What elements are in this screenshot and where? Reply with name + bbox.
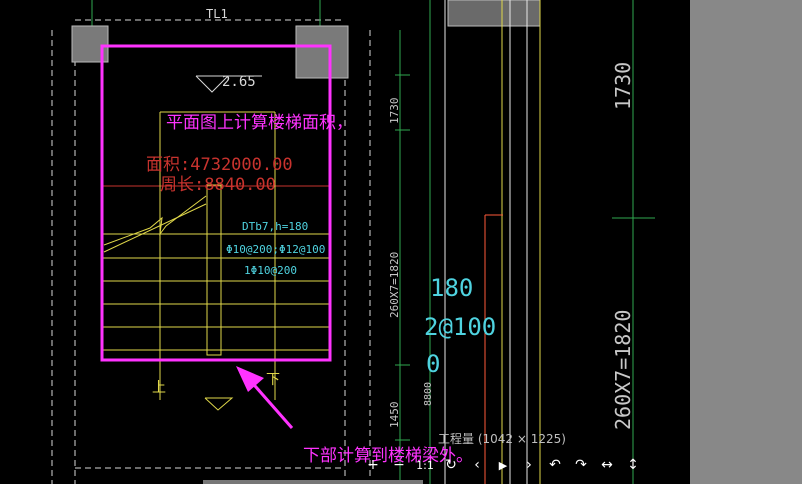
down-label: 下 (266, 372, 280, 388)
up-label: 上 (152, 380, 166, 396)
dim-right-bottom-label: 260X7=1820 (611, 310, 635, 430)
top-annotation: 平面图上计算楼梯面积， (166, 113, 353, 133)
big-rebar-label: 2@100 (424, 313, 496, 341)
dim-top-label: 1730 (388, 98, 401, 125)
perimeter-text: 周长:8840.00 (160, 175, 276, 195)
previous-icon[interactable]: ‹ (464, 455, 490, 475)
rebar-label-2: 1Φ10@200 (244, 264, 297, 277)
dim-right-top-label: 1730 (611, 62, 635, 110)
stair-label: DTb7,h=180 (242, 220, 308, 233)
elevation-label: 2.65 (222, 74, 256, 90)
beam-label: TL1 (206, 7, 228, 21)
play-icon[interactable]: ▶ (490, 455, 516, 475)
dim-mid-label: 260X7=1820 (388, 252, 401, 318)
highlight-box (100, 44, 332, 362)
cad-drawing-canvas[interactable]: 2.65 TL1 面积:4732000.00 周长:8840.00 DTb7,h… (0, 0, 690, 484)
big-zero-label: 0 (426, 350, 440, 378)
zoom-out-icon[interactable]: − (386, 455, 412, 475)
horizontal-scrollbar[interactable] (203, 480, 423, 484)
rebar-label-1: Φ10@200;Φ12@100 (226, 243, 325, 256)
image-caption: 工程量 (1042 × 1225) (438, 432, 566, 446)
area-text: 面积:4732000.00 (146, 155, 293, 175)
rotate-right-icon[interactable]: ↷ (568, 455, 594, 475)
rotate-left-icon[interactable]: ↶ (542, 455, 568, 475)
flip-vertical-icon[interactable]: ↕ (620, 455, 646, 475)
flip-horizontal-icon[interactable]: ↔ (594, 455, 620, 475)
actual-size-icon[interactable]: 1:1 (412, 455, 438, 475)
annotation-arrow (236, 366, 294, 429)
zoom-in-icon[interactable]: + (360, 455, 386, 475)
dim-bottom-label: 1450 (388, 402, 401, 429)
stair-plan-drawing: 2.65 TL1 面积:4732000.00 周长:8840.00 DTb7,h… (51, 0, 655, 484)
refresh-icon[interactable]: ↻ (438, 455, 464, 475)
big-180-label: 180 (430, 274, 473, 302)
dim-side-label: 8800 (423, 382, 434, 406)
next-icon[interactable]: › (516, 455, 542, 475)
side-panel (690, 0, 802, 484)
viewer-toolbar: + − 1:1 ↻ ‹ ▶ › ↶ ↷ ↔ ↕ (360, 455, 646, 475)
